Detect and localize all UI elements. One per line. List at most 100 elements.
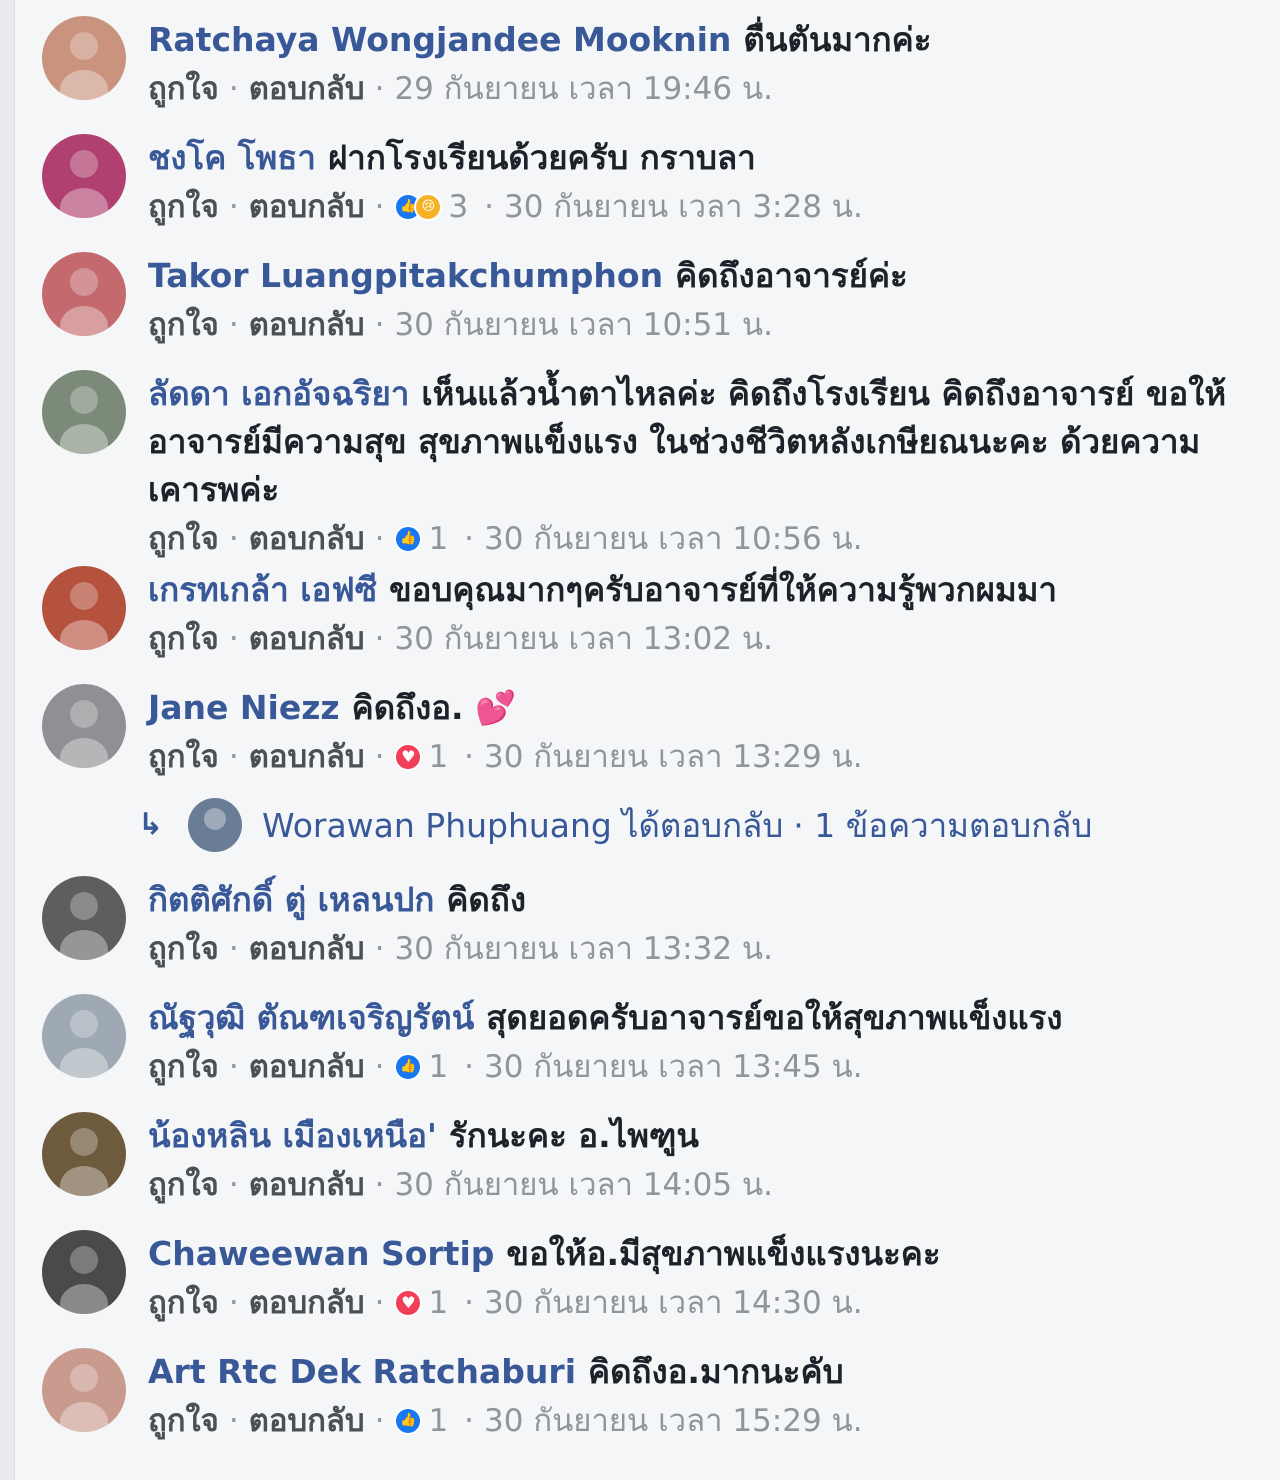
comment-text: คิดถึงอาจารย์ค่ะ: [675, 256, 908, 295]
reply-count: · 1 ข้อความตอบกลับ: [793, 805, 1093, 845]
comment-author-link[interactable]: Chaweewan Sortip: [148, 1234, 494, 1273]
comment-timestamp[interactable]: 30 กันยายน เวลา 14:05 น.: [394, 1162, 773, 1208]
comment-text: ตื่นตันมากค่ะ: [743, 20, 932, 59]
avatar[interactable]: [42, 566, 126, 650]
comment-author-link[interactable]: Takor Luangpitakchumphon: [148, 256, 663, 295]
like-link[interactable]: ถูกใจ: [148, 1162, 219, 1208]
reaction-summary[interactable]: 👍 😢 3: [394, 184, 468, 230]
reaction-summary[interactable]: ♥ 1: [394, 734, 448, 780]
comment-author-link[interactable]: Art Rtc Dek Ratchaburi: [148, 1352, 576, 1391]
like-link[interactable]: ถูกใจ: [148, 1398, 219, 1444]
comment-author-link[interactable]: เกรทเกล้า เอฟซี: [148, 570, 377, 609]
reply-link[interactable]: ตอบกลับ: [249, 734, 365, 780]
separator-dot: ·: [228, 1167, 239, 1203]
separator-dot: ·: [228, 931, 239, 967]
like-link[interactable]: ถูกใจ: [148, 734, 219, 780]
comment-text-line: ณัฐวุฒิ ตัณฑเจริญรัตน์ สุดยอดครับอาจารย์ข…: [148, 994, 1262, 1042]
like-link[interactable]: ถูกใจ: [148, 516, 219, 562]
comment-meta: ถูกใจ · ตอบกลับ · 👍 1 · 30 กันยายน เวลา 10:56 น…: [148, 516, 1262, 562]
like-link[interactable]: ถูกใจ: [148, 926, 219, 972]
separator-dot: ·: [374, 1285, 385, 1321]
like-icon: 👍: [394, 1053, 423, 1081]
comment-text: คิดถึงอ.มากนะคับ: [588, 1352, 844, 1391]
reaction-summary[interactable]: 👍 1: [394, 1398, 448, 1444]
reply-link[interactable]: ตอบกลับ: [249, 1398, 365, 1444]
reply-link[interactable]: ตอบกลับ: [249, 66, 365, 112]
comment-author-link[interactable]: Jane Niezz: [148, 688, 340, 727]
like-link[interactable]: ถูกใจ: [148, 66, 219, 112]
reply-link[interactable]: ตอบกลับ: [249, 926, 365, 972]
separator-dot: ·: [374, 621, 385, 657]
avatar[interactable]: [42, 1112, 126, 1196]
reply-link[interactable]: ตอบกลับ: [249, 1280, 365, 1326]
love-icon: ♥: [394, 1289, 423, 1317]
comment-list: Ratchaya Wongjandee Mooknin ตื่นตันมากค่ะ…: [42, 14, 1262, 1464]
avatar[interactable]: [42, 370, 126, 454]
reaction-summary[interactable]: 👍 1: [394, 516, 448, 562]
reaction-count: 3: [448, 189, 469, 225]
avatar[interactable]: [42, 876, 126, 960]
comment-meta: ถูกใจ · ตอบกลับ · 👍 😢 3 · 30 กันยายน เวลา 3:28 น…: [148, 184, 1262, 230]
separator-dot: ·: [374, 739, 385, 775]
reaction-summary[interactable]: ♥ 1: [394, 1280, 448, 1326]
comment-author-link[interactable]: น้องหลิน เมืองเหนือ': [148, 1116, 437, 1155]
like-link[interactable]: ถูกใจ: [148, 616, 219, 662]
reply-link[interactable]: ตอบกลับ: [249, 302, 365, 348]
separator-dot: ·: [228, 1285, 239, 1321]
reaction-count: 1: [428, 521, 449, 557]
avatar[interactable]: [42, 1230, 126, 1314]
like-link[interactable]: ถูกใจ: [148, 302, 219, 348]
like-icon: 👍: [394, 1407, 423, 1435]
comment-timestamp[interactable]: 30 กันยายน เวลา 10:51 น.: [394, 302, 773, 348]
comment-author-link[interactable]: ลัดดา เอกอัจฉริยา: [148, 374, 409, 413]
comment-author-link[interactable]: ชงโค โพธา: [148, 138, 316, 177]
reply-link[interactable]: ตอบกลับ: [249, 1044, 365, 1090]
comment-text-line: น้องหลิน เมืองเหนือ' รักนะคะ อ.ไพฑูน: [148, 1112, 1262, 1160]
avatar[interactable]: [42, 16, 126, 100]
comment-timestamp[interactable]: 29 กันยายน เวลา 19:46 น.: [394, 66, 773, 112]
comment-author-link[interactable]: Ratchaya Wongjandee Mooknin: [148, 20, 731, 59]
comment-timestamp[interactable]: 30 กันยายน เวลา 13:29 น.: [484, 734, 863, 780]
reply-link[interactable]: ตอบกลับ: [249, 616, 365, 662]
sad-icon: 😢: [414, 193, 443, 221]
reply-link[interactable]: ตอบกลับ: [249, 1162, 365, 1208]
comment-timestamp[interactable]: 30 กันยายน เวลา 14:30 น.: [484, 1280, 863, 1326]
separator-dot: ·: [228, 307, 239, 343]
reply-arrow-icon: ↳: [138, 807, 164, 842]
comment-timestamp[interactable]: 30 กันยายน เวลา 13:02 น.: [394, 616, 773, 662]
avatar[interactable]: [42, 1348, 126, 1432]
comment-body: Takor Luangpitakchumphon คิดถึงอาจารย์ค่ะ…: [148, 250, 1262, 348]
like-link[interactable]: ถูกใจ: [148, 1044, 219, 1090]
like-link[interactable]: ถูกใจ: [148, 184, 219, 230]
avatar[interactable]: [42, 994, 126, 1078]
comment-timestamp[interactable]: 30 กันยายน เวลา 3:28 น.: [504, 184, 863, 230]
avatar[interactable]: [42, 252, 126, 336]
avatar[interactable]: [42, 134, 126, 218]
like-link[interactable]: ถูกใจ: [148, 1280, 219, 1326]
separator-dot: ·: [374, 1403, 385, 1439]
view-replies-link[interactable]: ↳ Worawan Phuphuang ได้ตอบกลับ · 1 ข้อความต…: [138, 790, 1262, 860]
separator-dot: ·: [228, 1403, 239, 1439]
reply-link[interactable]: ตอบกลับ: [249, 184, 365, 230]
comment: กิตติศักดิ์ ตู่ เหลนปก คิดถึงถูกใจ · ตอบกลั…: [42, 874, 1262, 990]
comment-timestamp[interactable]: 30 กันยายน เวลา 15:29 น.: [484, 1398, 863, 1444]
comment: เกรทเกล้า เอฟซี ขอบคุณมากๆครับอาจารย์ที่ใ…: [42, 564, 1262, 680]
avatar[interactable]: [42, 684, 126, 768]
comment-body: ลัดดา เอกอัจฉริยา เห็นแล้วน้ำตาไหลค่ะ คิด…: [148, 368, 1262, 562]
comment-timestamp[interactable]: 30 กันยายน เวลา 13:45 น.: [484, 1044, 863, 1090]
reaction-count: 1: [428, 1285, 449, 1321]
comment-author-link[interactable]: ณัฐวุฒิ ตัณฑเจริญรัตน์: [148, 998, 474, 1037]
comment-meta: ถูกใจ · ตอบกลับ · ♥ 1 · 30 กันยายน เวลา 14:30 น…: [148, 1280, 1262, 1326]
comment-author-link[interactable]: กิตติศักดิ์ ตู่ เหลนปก: [148, 880, 434, 919]
comment-text: ขอให้อ.มีสุขภาพแข็งแรงนะคะ: [506, 1234, 941, 1273]
separator-dot: ·: [374, 189, 385, 225]
reaction-summary[interactable]: 👍 1: [394, 1044, 448, 1090]
comment-timestamp[interactable]: 30 กันยายน เวลา 10:56 น.: [484, 516, 863, 562]
reply-link[interactable]: ตอบกลับ: [249, 516, 365, 562]
separator-dot: ·: [374, 71, 385, 107]
comment-meta: ถูกใจ · ตอบกลับ · 30 กันยายน เวลา 10:51 น.: [148, 302, 1262, 348]
comment-timestamp[interactable]: 30 กันยายน เวลา 13:32 น.: [394, 926, 773, 972]
comment: ชงโค โพธา ฝากโรงเรียนด้วยครับ กราบลา ถูกใจ…: [42, 132, 1262, 248]
comment-text: คิดถึง: [446, 880, 526, 919]
comment: Jane Niezz คิดถึงอ. 💕 ถูกใจ · ตอบกลับ · ♥ 1 · 30 …: [42, 682, 1262, 798]
